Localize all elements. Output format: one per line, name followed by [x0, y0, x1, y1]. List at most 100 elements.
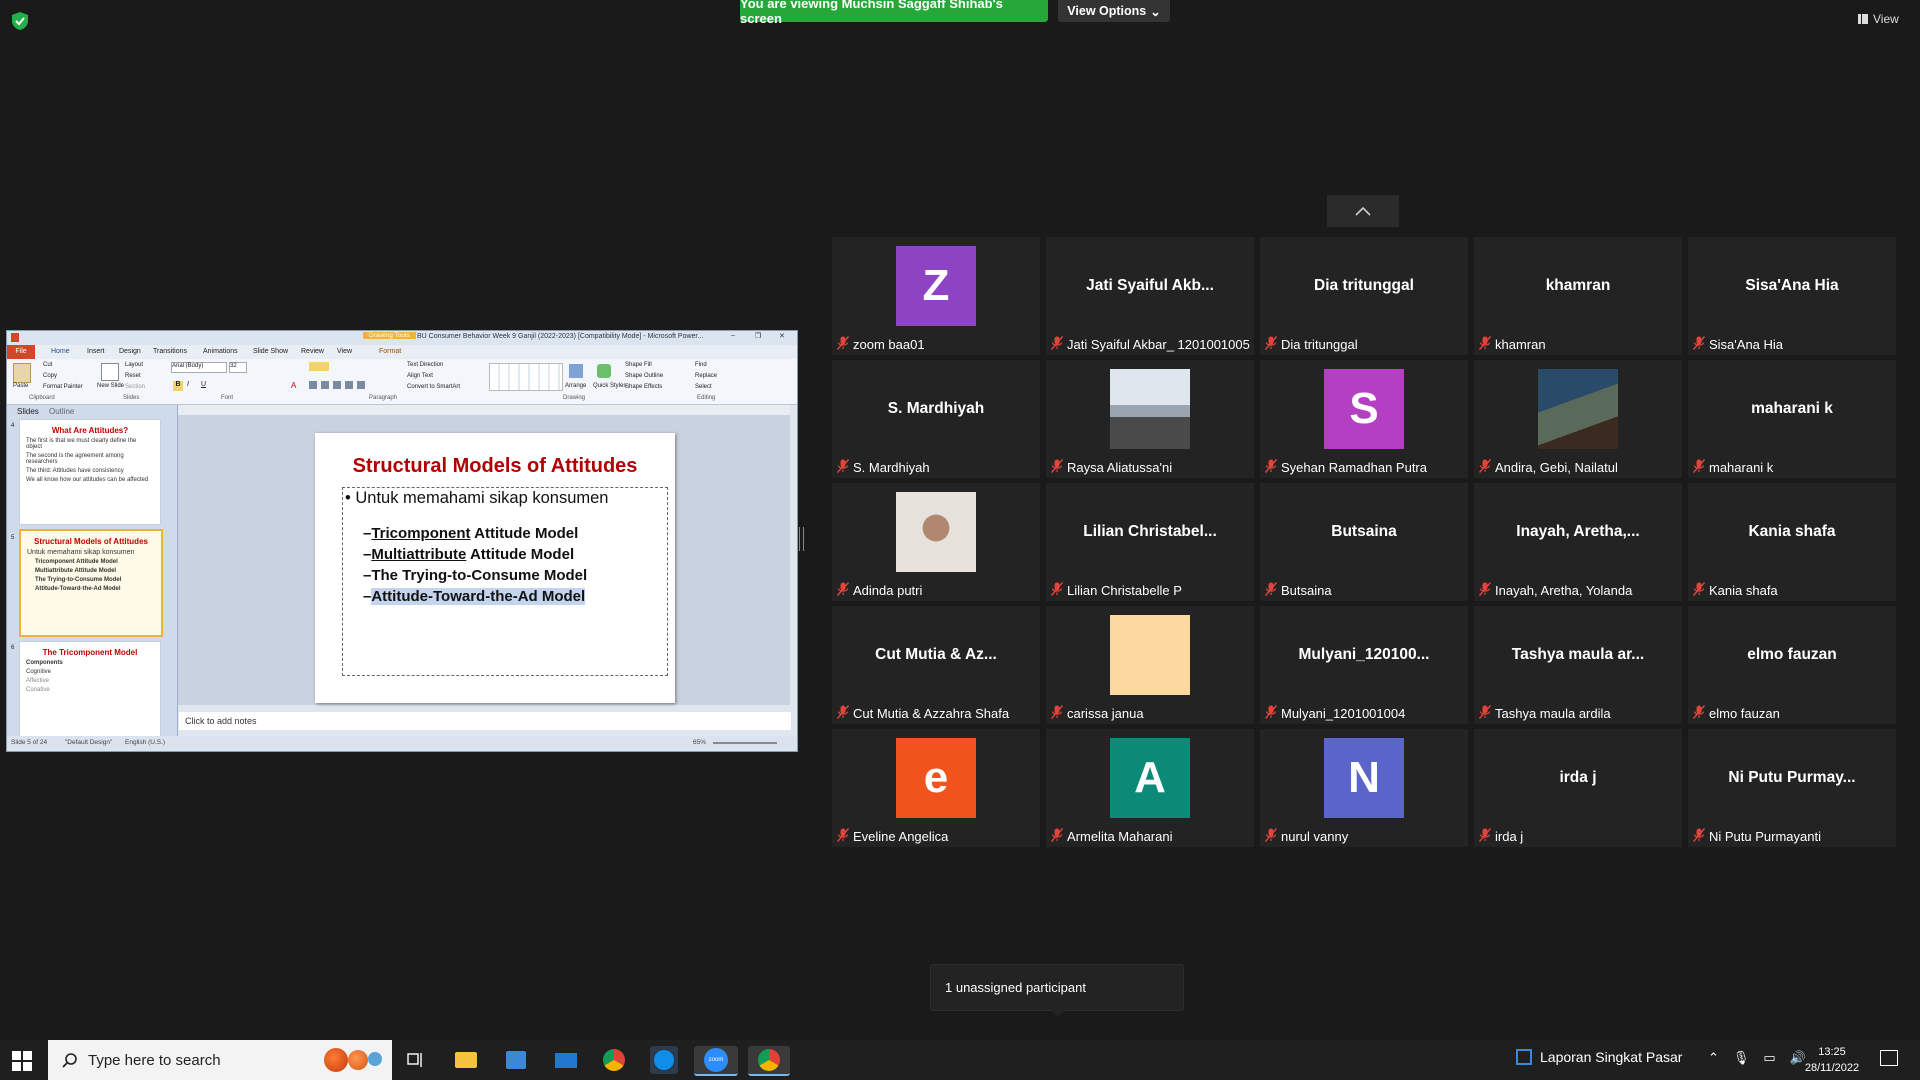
close-icon[interactable]: ✕ [779, 332, 785, 340]
paste-icon[interactable] [13, 363, 31, 383]
shapes-gallery[interactable] [489, 363, 563, 391]
participant-name-label: Armelita Maharani [1050, 828, 1173, 845]
participant-tile[interactable]: S. Mardhiyah S. Mardhiyah [832, 360, 1040, 478]
view-button[interactable]: View [1858, 10, 1899, 28]
tab-view[interactable]: View [337, 348, 352, 355]
font-color-icon[interactable]: A [291, 381, 296, 390]
font-name-select[interactable]: Arial (Body) [171, 362, 227, 373]
participant-tile[interactable]: Ni Putu Purmay... Ni Putu Purmayanti [1688, 729, 1896, 847]
microphone-icon[interactable]: 🎙 [1733, 1050, 1750, 1066]
participant-name: Raysa Aliatussa'ni [1067, 460, 1173, 475]
participant-tile[interactable]: Jati Syaiful Akb... Jati Syaiful Akbar_ 1… [1046, 237, 1254, 355]
gallery-previous-button[interactable] [1327, 195, 1399, 227]
participant-tile[interactable]: A Armelita Maharani [1046, 729, 1254, 847]
participant-tile[interactable]: Mulyani_120100... Mulyani_1201001004 [1260, 606, 1468, 724]
participant-tile[interactable]: Tashya maula ar... Tashya maula ardila [1474, 606, 1682, 724]
system-clock[interactable]: 13:25 28/11/2022 [1794, 1044, 1870, 1076]
muted-mic-icon [1264, 705, 1278, 722]
participant-tile[interactable]: Cut Mutia & Az... Cut Mutia & Azzahra Sha… [832, 606, 1040, 724]
file-explorer-icon[interactable] [452, 1046, 480, 1074]
windows-start-icon[interactable] [12, 1051, 32, 1071]
italic-icon[interactable]: I [187, 381, 189, 388]
zoom-app-icon[interactable]: zoom [694, 1046, 738, 1076]
participant-tile[interactable]: e Eveline Angelica [832, 729, 1040, 847]
shape-fill-button[interactable]: Shape Fill [625, 362, 652, 368]
underline-icon[interactable]: U [201, 381, 206, 388]
slide-thumbnail-5[interactable]: Structural Models of Attitudes Untuk mem… [19, 529, 163, 637]
align-text-button[interactable]: Align Text [407, 373, 433, 379]
text-direction-button[interactable]: Text Direction [407, 362, 443, 368]
alignment-icons[interactable] [309, 381, 369, 389]
shape-outline-button[interactable]: Shape Outline [625, 373, 663, 379]
participant-tile[interactable]: Sisa'Ana Hia Sisa'Ana Hia [1688, 237, 1896, 355]
participant-tile[interactable]: Andira, Gebi, Nailatul [1474, 360, 1682, 478]
store-icon[interactable] [502, 1046, 530, 1074]
minimize-icon[interactable]: – [731, 332, 735, 339]
tab-review[interactable]: Review [301, 348, 324, 355]
participant-tile[interactable]: Zzoom baa01 [832, 237, 1040, 355]
participant-tile[interactable]: elmo fauzan elmo fauzan [1688, 606, 1896, 724]
participant-tile[interactable]: Dia tritunggal Dia tritunggal [1260, 237, 1468, 355]
quick-styles-icon[interactable] [597, 364, 611, 378]
participant-tile[interactable]: maharani k maharani k [1688, 360, 1896, 478]
tab-slides[interactable]: Slides [17, 407, 39, 416]
zoom-slider[interactable] [713, 742, 777, 744]
split-handle[interactable] [799, 527, 804, 551]
convert-smartart-button[interactable]: Convert to SmartArt [407, 384, 460, 390]
participant-tile[interactable]: carissa janua [1046, 606, 1254, 724]
chevron-up-icon[interactable]: ⌃ [1708, 1050, 1719, 1066]
new-slide-icon[interactable] [101, 363, 119, 381]
participant-tile[interactable]: Raysa Aliatussa'ni [1046, 360, 1254, 478]
shield-icon[interactable] [12, 12, 28, 30]
slide-title[interactable]: Structural Models of Attitudes [315, 455, 675, 478]
font-size-select[interactable]: 32 [229, 362, 247, 373]
participant-tile[interactable]: Kania shafa Kania shafa [1688, 483, 1896, 601]
bullets-icon[interactable] [309, 362, 329, 371]
notes-pane[interactable]: Click to add notes [179, 712, 791, 730]
participant-tile[interactable]: irda j irda j [1474, 729, 1682, 847]
tab-insert[interactable]: Insert [87, 348, 105, 355]
reset-button[interactable]: Reset [125, 373, 141, 379]
slide-thumbnail-6[interactable]: The Tricomponent Model Components Cognit… [19, 641, 161, 743]
tab-slide-show[interactable]: Slide Show [253, 348, 288, 355]
find-button[interactable]: Find [695, 362, 707, 368]
slide-thumbnail-4[interactable]: What Are Attitudes? The first is that we… [19, 419, 161, 525]
participant-tile[interactable]: Butsaina Butsaina [1260, 483, 1468, 601]
task-view-icon[interactable] [402, 1046, 430, 1074]
taskbar-search-box[interactable]: Type here to search [48, 1040, 392, 1080]
cut-button[interactable]: Cut [43, 362, 52, 368]
copy-button[interactable]: Copy [43, 373, 57, 379]
maximize-icon[interactable]: ❐ [755, 332, 761, 340]
section-button[interactable]: Section [125, 384, 145, 390]
participant-tile[interactable]: Lilian Christabel... Lilian Christabelle … [1046, 483, 1254, 601]
group-slides: Slides [123, 395, 140, 401]
tab-format[interactable]: Format [379, 348, 401, 355]
tab-animations[interactable]: Animations [203, 348, 238, 355]
bold-icon[interactable]: B [173, 381, 183, 391]
replace-button[interactable]: Replace [695, 373, 717, 379]
mail-icon[interactable] [552, 1046, 580, 1074]
select-button[interactable]: Select [695, 384, 712, 390]
arrange-icon[interactable] [569, 364, 583, 378]
tab-home[interactable]: Home [51, 348, 70, 355]
notifications-icon[interactable] [1880, 1050, 1898, 1066]
pinned-window-button[interactable]: Laporan Singkat Pasar [1516, 1049, 1682, 1065]
participant-tile[interactable]: S Syehan Ramadhan Putra [1260, 360, 1468, 478]
teamviewer-icon[interactable] [650, 1046, 678, 1074]
participant-tile[interactable]: Nnurul vanny [1260, 729, 1468, 847]
chrome-profile-icon[interactable] [748, 1046, 790, 1076]
tab-outline[interactable]: Outline [49, 407, 74, 416]
network-icon[interactable]: ▭ [1763, 1050, 1775, 1066]
tab-transitions[interactable]: Transitions [153, 348, 187, 355]
tab-design[interactable]: Design [119, 348, 141, 355]
chrome-icon[interactable] [600, 1046, 628, 1074]
participant-tile[interactable]: khamran khamran [1474, 237, 1682, 355]
tab-file[interactable]: File [7, 345, 35, 359]
format-painter-button[interactable]: Format Painter [43, 384, 83, 390]
shape-effects-button[interactable]: Shape Effects [625, 384, 662, 390]
view-options-button[interactable]: View Options ⌄ [1058, 0, 1170, 22]
current-slide[interactable]: Structural Models of Attitudes • Untuk m… [315, 433, 675, 703]
participant-tile[interactable]: Adinda putri [832, 483, 1040, 601]
participant-tile[interactable]: Inayah, Aretha,... Inayah, Aretha, Yoland… [1474, 483, 1682, 601]
layout-button[interactable]: Layout [125, 362, 143, 368]
